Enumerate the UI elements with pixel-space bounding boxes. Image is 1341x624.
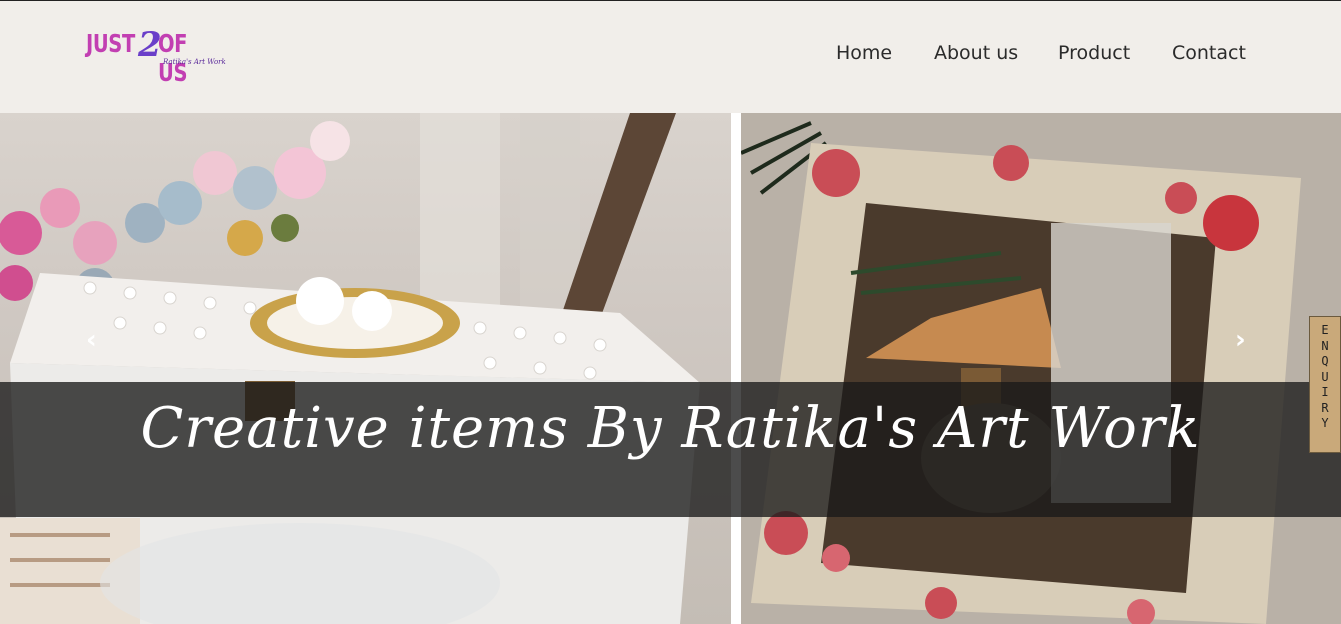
enquiry-letter: N bbox=[1321, 338, 1329, 353]
enquiry-tab[interactable]: E N Q U I R Y bbox=[1309, 316, 1341, 453]
slide-image-mirror: › bbox=[741, 113, 1341, 624]
enquiry-letter: Q bbox=[1321, 354, 1329, 368]
slide-image-box: ‹ bbox=[0, 113, 731, 624]
site-header: JUST 2 OF US Ratika's Art Work Home Abou… bbox=[0, 1, 1341, 113]
enquiry-letter: R bbox=[1321, 400, 1329, 415]
nav-about-us[interactable]: About us bbox=[934, 42, 1018, 64]
main-nav: Home About us Product Contact bbox=[0, 42, 1341, 68]
enquiry-letter: Y bbox=[1321, 416, 1329, 430]
enquiry-letter: E bbox=[1321, 323, 1329, 337]
nav-product[interactable]: Product bbox=[1058, 42, 1130, 64]
nav-contact[interactable]: Contact bbox=[1172, 42, 1246, 64]
enquiry-letter: I bbox=[1321, 385, 1329, 399]
chevron-left-icon[interactable]: ‹ bbox=[86, 325, 97, 355]
nav-home[interactable]: Home bbox=[836, 42, 892, 64]
hero-slider: ‹ › Creative items By Ratika's Art Work … bbox=[0, 113, 1341, 624]
hero-caption-band: Creative items By Ratika's Art Work bbox=[0, 382, 1341, 517]
enquiry-letter: U bbox=[1321, 369, 1329, 384]
chevron-right-icon[interactable]: › bbox=[1235, 325, 1246, 355]
hero-caption: Creative items By Ratika's Art Work bbox=[140, 396, 1201, 461]
mirror-illustration bbox=[741, 113, 1341, 624]
pearl-box-illustration bbox=[0, 113, 700, 624]
